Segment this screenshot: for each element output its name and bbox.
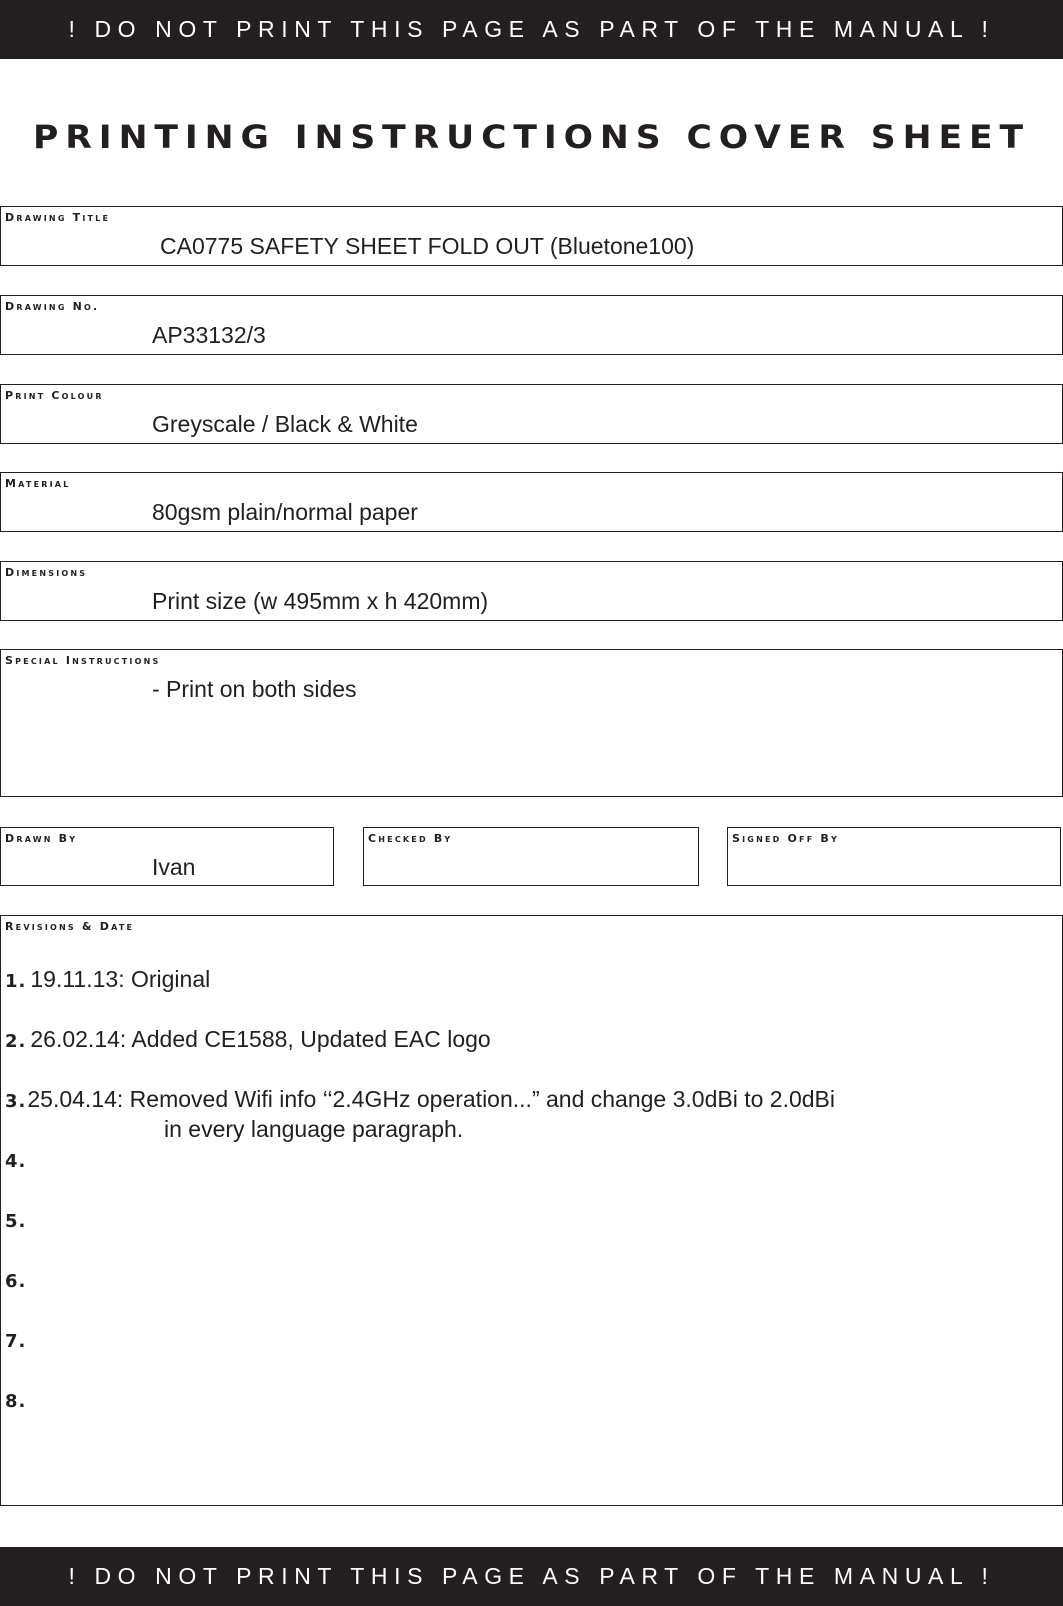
revisions-label: Revisions & Date xyxy=(5,920,135,933)
print-colour-label: Print Colour xyxy=(5,389,104,402)
revision-continuation: in every language paragraph. xyxy=(164,1116,464,1142)
drawing-number-label: Drawing No. xyxy=(5,300,100,313)
dimensions-field: Dimensions Print size (w 495mm x h 420mm… xyxy=(0,561,1063,621)
drawing-title-value: CA0775 SAFETY SHEET FOLD OUT (Bluetone10… xyxy=(160,233,695,259)
revision-text: 19.11.13: Original xyxy=(30,966,211,992)
drawn-by-value: Ivan xyxy=(152,854,196,880)
special-instructions-field: Special Instructions - Print on both sid… xyxy=(0,649,1063,797)
dimensions-value: Print size (w 495mm x h 420mm) xyxy=(152,588,489,614)
checked-by-label: Checked By xyxy=(368,832,453,845)
warning-banner-bottom-text: ! DO NOT PRINT THIS PAGE AS PART OF THE … xyxy=(68,1563,995,1589)
revision-number: 3. xyxy=(5,1091,27,1112)
dimensions-label: Dimensions xyxy=(5,566,88,579)
revision-item: 8. xyxy=(5,1386,30,1413)
print-colour-value: Greyscale / Black & White xyxy=(152,411,418,437)
revision-item: 4. xyxy=(5,1146,30,1173)
revision-text: 26.02.14: Added CE1588, Updated EAC logo xyxy=(30,1026,491,1052)
revision-item: 6. xyxy=(5,1266,30,1293)
revision-number: 1. xyxy=(5,971,27,992)
revision-number: 8. xyxy=(5,1391,27,1412)
drawing-title-label: Drawing Title xyxy=(5,211,111,224)
drawing-number-value: AP33132/3 xyxy=(152,322,266,348)
revision-number: 7. xyxy=(5,1331,27,1352)
signed-off-by-field: Signed Off By xyxy=(727,827,1061,886)
revision-item: 5. xyxy=(5,1206,30,1233)
material-value: 80gsm plain/normal paper xyxy=(152,499,418,525)
drawn-by-label: Drawn By xyxy=(5,832,78,845)
warning-banner-top: ! DO NOT PRINT THIS PAGE AS PART OF THE … xyxy=(0,0,1063,59)
material-label: Material xyxy=(5,477,71,490)
revision-number: 2. xyxy=(5,1031,27,1052)
print-colour-field: Print Colour Greyscale / Black & White xyxy=(0,384,1063,444)
revisions-field: Revisions & Date 1. 19.11.13: Original 2.… xyxy=(0,915,1063,1506)
warning-banner-bottom: ! DO NOT PRINT THIS PAGE AS PART OF THE … xyxy=(0,1547,1063,1606)
revision-text: 25.04.14: Removed Wifi info ‘‘2.4GHz ope… xyxy=(27,1086,835,1112)
special-instructions-value: - Print on both sides xyxy=(152,676,357,702)
drawn-by-field: Drawn By Ivan xyxy=(0,827,334,886)
revision-item: 7. xyxy=(5,1326,30,1353)
drawing-title-field: Drawing Title CA0775 SAFETY SHEET FOLD O… xyxy=(0,206,1063,266)
revision-item: 3.25.04.14: Removed Wifi info ‘‘2.4GHz o… xyxy=(5,1086,835,1113)
revision-number: 6. xyxy=(5,1271,27,1292)
material-field: Material 80gsm plain/normal paper xyxy=(0,472,1063,532)
revision-number: 5. xyxy=(5,1211,27,1232)
revision-item: 2. 26.02.14: Added CE1588, Updated EAC lo… xyxy=(5,1026,491,1053)
drawing-number-field: Drawing No. AP33132/3 xyxy=(0,295,1063,355)
revision-number: 4. xyxy=(5,1151,27,1172)
page-title: PRINTING INSTRUCTIONS COVER SHEET xyxy=(33,118,1030,156)
signed-off-by-label: Signed Off By xyxy=(732,832,839,845)
warning-banner-top-text: ! DO NOT PRINT THIS PAGE AS PART OF THE … xyxy=(68,16,995,42)
revision-item: 1. 19.11.13: Original xyxy=(5,966,210,993)
special-instructions-label: Special Instructions xyxy=(5,654,161,667)
checked-by-field: Checked By xyxy=(363,827,699,886)
